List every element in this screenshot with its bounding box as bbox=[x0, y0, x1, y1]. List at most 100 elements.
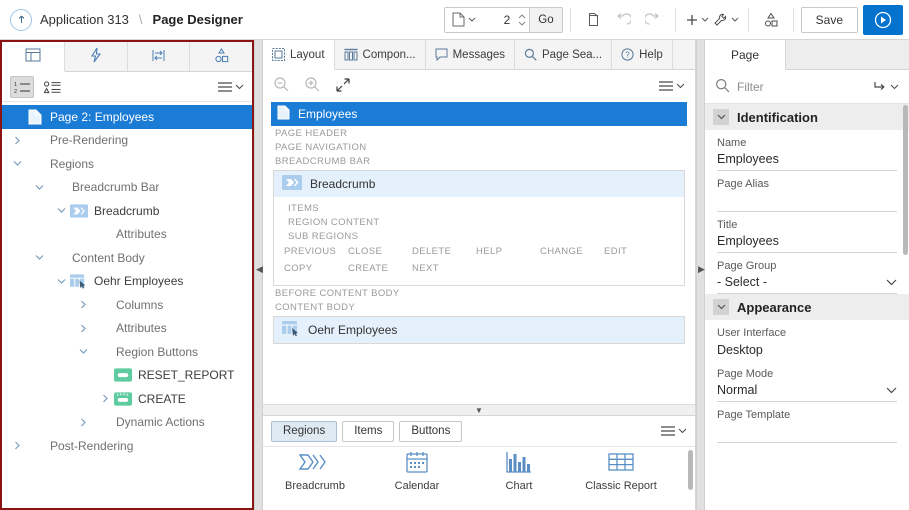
gallery-scrollbar[interactable] bbox=[688, 450, 693, 490]
canvas-slot[interactable]: ITEMS bbox=[284, 201, 674, 215]
chevron-down-icon[interactable] bbox=[30, 254, 48, 261]
chevron-right-icon[interactable] bbox=[8, 136, 26, 145]
property-field-value[interactable] bbox=[717, 424, 897, 443]
canvas-slot[interactable]: SUB REGIONS bbox=[284, 229, 674, 243]
tree-node[interactable]: Region Buttons bbox=[2, 340, 252, 364]
gallery-tab-items[interactable]: Items bbox=[342, 420, 395, 442]
tree-node[interactable]: Post-Rendering bbox=[2, 434, 252, 458]
canvas-button-placeholder[interactable]: HELP bbox=[476, 246, 540, 257]
chevron-down-icon[interactable] bbox=[8, 160, 26, 167]
property-field-value[interactable] bbox=[717, 193, 897, 212]
chevron-right-icon[interactable] bbox=[74, 300, 92, 309]
chevron-right-icon[interactable] bbox=[74, 418, 92, 427]
property-field-value[interactable]: Employees bbox=[717, 234, 897, 253]
gallery-menu-button[interactable] bbox=[660, 425, 687, 437]
tree-node[interactable]: Content Body bbox=[2, 246, 252, 270]
up-arrow-circle-icon[interactable] bbox=[10, 8, 32, 31]
property-scrollbar[interactable] bbox=[903, 105, 908, 255]
canvas-button-placeholder[interactable]: DELETE bbox=[412, 246, 476, 257]
chevron-down-icon[interactable] bbox=[52, 278, 70, 285]
zoom-out-icon[interactable] bbox=[273, 76, 290, 96]
canvas-button-placeholder[interactable]: COPY bbox=[284, 263, 348, 274]
canvas-scroll-down-icon[interactable]: ▼ bbox=[263, 404, 695, 415]
property-filter-input[interactable]: Filter bbox=[737, 80, 764, 94]
canvas-button-placeholder[interactable]: PREVIOUS bbox=[284, 246, 348, 257]
save-button[interactable]: Save bbox=[800, 6, 858, 33]
page-selector[interactable]: 2 Go bbox=[444, 6, 563, 33]
sidebar-item-rendering[interactable] bbox=[2, 42, 65, 72]
tree-node[interactable]: Attributes bbox=[2, 317, 252, 341]
page-number-stepper[interactable] bbox=[515, 8, 529, 32]
canvas-slot[interactable]: REGION CONTENT bbox=[284, 215, 674, 229]
breadcrumb-region[interactable]: Breadcrumb ITEMS REGION CONTENT SUB REGION… bbox=[273, 170, 685, 286]
right-splitter[interactable]: ▶ bbox=[696, 40, 705, 510]
chevron-right-icon[interactable] bbox=[96, 394, 114, 403]
property-filter-actions[interactable] bbox=[873, 80, 899, 93]
gallery-tab-regions[interactable]: Regions bbox=[271, 420, 338, 442]
canvas-button-placeholder[interactable]: NEXT bbox=[412, 263, 476, 274]
tab-help[interactable]: ? Help bbox=[612, 40, 673, 69]
copy-page-icon[interactable] bbox=[578, 5, 608, 35]
property-list[interactable]: Identification Name Employees Page Alias Tit… bbox=[705, 104, 909, 510]
sidebar-item-processing[interactable] bbox=[128, 42, 191, 71]
canvas-slot[interactable]: BEFORE CONTENT BODY bbox=[271, 286, 687, 300]
sidebar-item-dynamic-actions[interactable] bbox=[65, 42, 128, 71]
canvas-button-placeholder[interactable]: EDIT bbox=[604, 246, 668, 257]
layout-menu-button[interactable] bbox=[658, 80, 685, 92]
tree-node[interactable]: RESET_REPORT bbox=[2, 364, 252, 388]
property-field-value[interactable]: Employees bbox=[717, 152, 897, 171]
run-play-icon[interactable] bbox=[863, 4, 903, 35]
tree-node[interactable]: Regions bbox=[2, 152, 252, 176]
zoom-in-icon[interactable] bbox=[304, 76, 321, 96]
collapse-left-icon[interactable]: ◀ bbox=[256, 262, 263, 276]
canvas-button-placeholder[interactable]: CHANGE bbox=[540, 246, 604, 257]
gallery-item-calendar[interactable]: Calendar bbox=[383, 451, 451, 510]
canvas-slot[interactable]: BREADCRUMB BAR bbox=[271, 154, 687, 168]
breadcrumb-button-row-1[interactable]: PREVIOUS CLOSE DELETE HELP CHANGE EDIT bbox=[284, 243, 674, 260]
shared-components-icon[interactable] bbox=[756, 5, 786, 35]
tab-pagesea[interactable]: Page Sea... bbox=[515, 40, 613, 69]
canvas-slot[interactable]: PAGE HEADER bbox=[271, 126, 687, 140]
breadcrumb-region-header[interactable]: Breadcrumb bbox=[274, 171, 684, 197]
breadcrumb-app-link[interactable]: Application 313 bbox=[40, 12, 129, 27]
property-section-header[interactable]: Identification bbox=[705, 104, 909, 130]
gallery-items[interactable]: Breadcrumb Calendar Chart Classic Report bbox=[263, 446, 695, 510]
tree-node[interactable]: Columns bbox=[2, 293, 252, 317]
chevron-down-icon[interactable] bbox=[74, 348, 92, 355]
expand-arrows-icon[interactable] bbox=[335, 77, 351, 96]
rendering-tree[interactable]: Page 2: Employees Pre-Rendering Regions Bre… bbox=[2, 102, 252, 508]
gallery-item-breadcrumb[interactable]: Breadcrumb bbox=[281, 451, 349, 510]
tab-layout[interactable]: Layout bbox=[263, 40, 335, 70]
tree-node[interactable]: Oehr Employees bbox=[2, 270, 252, 294]
gallery-tab-buttons[interactable]: Buttons bbox=[399, 420, 463, 442]
canvas-slot[interactable]: PAGE NAVIGATION bbox=[271, 140, 687, 154]
tab-compon[interactable]: Compon... bbox=[335, 40, 426, 69]
tab-messages[interactable]: Messages bbox=[426, 40, 516, 69]
gallery-item-classic-report[interactable]: Classic Report bbox=[585, 451, 657, 510]
property-filter[interactable]: Filter bbox=[705, 70, 909, 104]
undo-icon[interactable] bbox=[608, 5, 638, 35]
tree-node[interactable]: Breadcrumb bbox=[2, 199, 252, 223]
canvas-page-header[interactable]: Employees bbox=[271, 102, 687, 126]
tree-node[interactable]: Dynamic Actions bbox=[2, 411, 252, 435]
tab-page[interactable]: Page bbox=[705, 40, 787, 70]
tree-node[interactable]: Breadcrumb Bar bbox=[2, 176, 252, 200]
numbered-list-icon[interactable]: 12 bbox=[10, 75, 34, 98]
tree-node[interactable]: Pre-Rendering bbox=[2, 129, 252, 153]
canvas-button-placeholder[interactable]: CLOSE bbox=[348, 246, 412, 257]
page-icon[interactable] bbox=[445, 8, 481, 32]
chevron-right-icon[interactable] bbox=[74, 324, 92, 333]
chevron-down-icon[interactable] bbox=[713, 109, 729, 125]
left-splitter[interactable]: ◀ bbox=[254, 40, 263, 510]
chevron-down-icon[interactable] bbox=[30, 184, 48, 191]
chevron-down-icon[interactable] bbox=[886, 383, 897, 397]
chevron-down-icon[interactable] bbox=[713, 299, 729, 315]
chevron-right-icon[interactable] bbox=[8, 441, 26, 450]
go-button[interactable]: Go bbox=[529, 7, 562, 32]
property-section-header[interactable]: Appearance bbox=[705, 294, 909, 320]
tree-node[interactable]: CREATE bbox=[2, 387, 252, 411]
chevron-down-icon[interactable] bbox=[886, 275, 897, 289]
page-number-input[interactable]: 2 bbox=[481, 8, 515, 32]
redo-icon[interactable] bbox=[638, 5, 668, 35]
content-region[interactable]: Oehr Employees bbox=[273, 316, 685, 344]
